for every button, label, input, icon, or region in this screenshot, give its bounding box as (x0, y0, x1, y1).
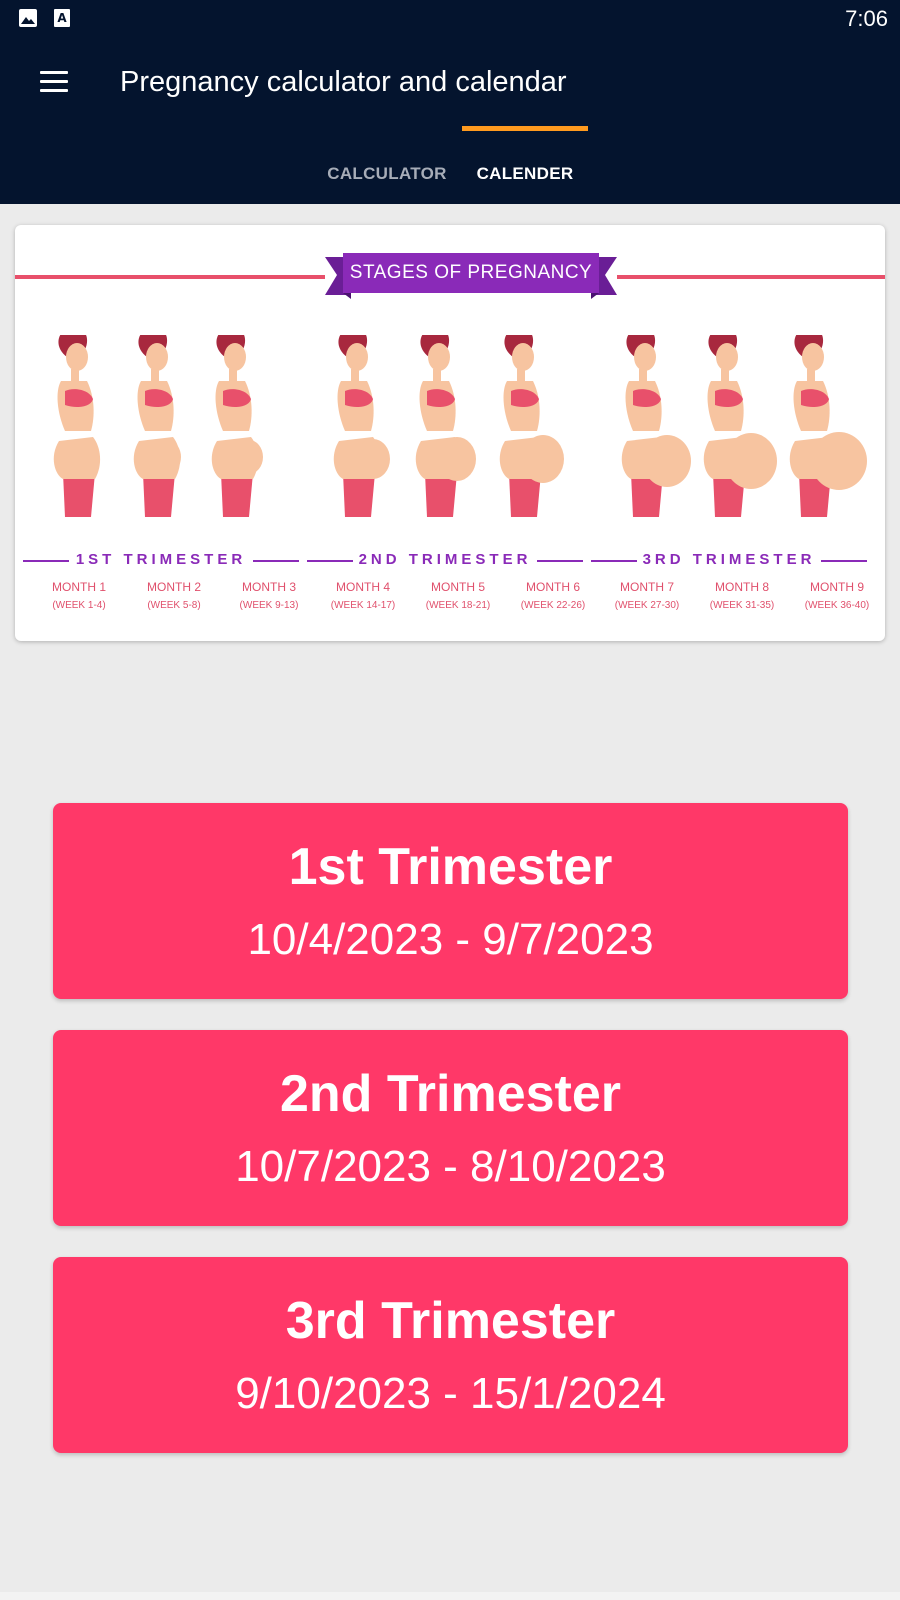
month-label: MONTH 5 (WEEK 18-21) (425, 580, 491, 611)
month-label: MONTH 8 (WEEK 31-35) (709, 580, 775, 611)
bottom-edge (0, 1592, 900, 1600)
tab-calender[interactable]: CALENDER (462, 144, 588, 204)
trimester-card-1-dates: 10/4/2023 - 9/7/2023 (247, 915, 654, 964)
trimester-heading-1-label: 1ST TRIMESTER (75, 551, 247, 568)
trimester-heading-3: 3RD TRIMESTER (591, 551, 867, 571)
trimester-card-2-title: 2nd Trimester (279, 1065, 622, 1123)
status-time: 7:06 (845, 6, 888, 31)
month-label: MONTH 3 (WEEK 9-13) (239, 580, 299, 611)
figures-row (53, 335, 867, 517)
banner-ribbon: STAGES OF PREGNANCY (325, 253, 617, 301)
banner-title: STAGES OF PREGNANCY (349, 262, 593, 283)
month-label: MONTH 2 (WEEK 5-8) (147, 580, 201, 611)
image-icon (19, 9, 37, 27)
status-bar: A 7:06 (0, 0, 900, 36)
trimester-heading-2-label: 2ND TRIMESTER (358, 551, 532, 568)
trimester-card-3[interactable]: 3rd Trimester 9/10/2023 - 15/1/2024 (53, 1257, 848, 1453)
app-title: Pregnancy calculator and calendar (120, 66, 567, 98)
tab-calculator[interactable]: CALCULATOR (318, 144, 456, 204)
month-label: MONTH 1 (WEEK 1-4) (52, 580, 106, 611)
trimester-heading-1: 1ST TRIMESTER (23, 551, 299, 571)
tab-calculator-label: CALCULATOR (327, 164, 447, 183)
pregnancy-figures (53, 335, 867, 517)
trimester-heading-2: 2ND TRIMESTER (307, 551, 583, 571)
banner-line-left (15, 275, 325, 279)
month-label: MONTH 9 (WEEK 36-40) (804, 580, 870, 611)
tab-calender-label: CALENDER (476, 164, 574, 183)
month-label: MONTH 6 (WEEK 22-26) (520, 580, 586, 611)
month-labels: MONTH 1 (WEEK 1-4) MONTH 2 (WEEK 5-8) MONT… (31, 580, 885, 620)
trimester-card-1[interactable]: 1st Trimester 10/4/2023 - 9/7/2023 (53, 803, 848, 999)
menu-button[interactable] (34, 62, 74, 102)
trimester-card-3-dates: 9/10/2023 - 15/1/2024 (235, 1369, 666, 1418)
trimester-card-1-title: 1st Trimester (288, 838, 613, 896)
tab-bar: CALCULATOR CALENDER (0, 144, 900, 204)
trimester-card-3-title: 3rd Trimester (285, 1292, 616, 1350)
banner-line-right (617, 275, 885, 279)
font-icon: A (54, 9, 70, 27)
month-label: MONTH 4 (WEEK 14-17) (330, 580, 396, 611)
app-bar: Pregnancy calculator and calendar CALCUL… (0, 36, 900, 204)
month-label: MONTH 7 (WEEK 27-30) (614, 580, 680, 611)
trimester-card-2[interactable]: 2nd Trimester 10/7/2023 - 8/10/2023 (53, 1030, 848, 1226)
trimester-card-2-dates: 10/7/2023 - 8/10/2023 (235, 1142, 666, 1191)
svg-text:A: A (57, 11, 67, 25)
stages-of-pregnancy-image: STAGES OF PREGNANCY 1ST TRIMESTER 2ND TR… (15, 225, 885, 641)
trimester-heading-3-label: 3RD TRIMESTER (642, 551, 816, 568)
tab-indicator (462, 126, 588, 131)
